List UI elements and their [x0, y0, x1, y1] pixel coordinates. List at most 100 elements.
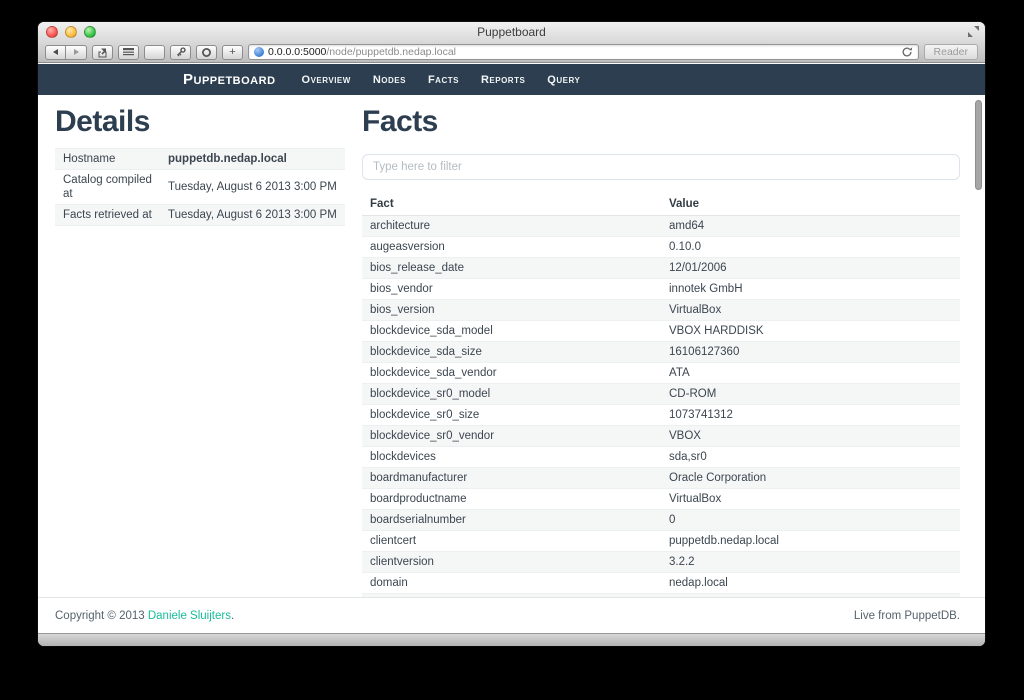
fact-value: VirtualBox	[661, 299, 960, 320]
table-row: boardmanufacturerOracle Corporation	[362, 467, 960, 488]
navbar-brand[interactable]: Puppetboard	[183, 71, 276, 88]
fact-name: blockdevice_sda_vendor	[362, 362, 661, 383]
fact-name: bios_release_date	[362, 257, 661, 278]
details-label: Facts retrieved at	[55, 204, 160, 225]
reading-list-button[interactable]	[118, 45, 139, 60]
reader-label: Reader	[934, 46, 968, 58]
table-row: boardproductnameVirtualBox	[362, 488, 960, 509]
fact-value: VBOX	[661, 425, 960, 446]
reader-button[interactable]: Reader	[924, 44, 978, 60]
column-header-value: Value	[661, 193, 960, 216]
nav-item-query[interactable]: Query	[547, 74, 580, 86]
facts-table: Fact Value architectureamd64augeasversio…	[362, 193, 960, 598]
table-row: blockdevice_sr0_modelCD-ROM	[362, 383, 960, 404]
fact-value: nedap.local	[661, 572, 960, 593]
fact-value: puppetdb.nedap.local	[661, 530, 960, 551]
fact-value: 3.2.2	[661, 551, 960, 572]
traffic-lights	[46, 26, 96, 38]
back-button[interactable]	[45, 45, 66, 60]
facts-table-body: architectureamd64augeasversion0.10.0bios…	[362, 215, 960, 597]
share-icon	[97, 47, 108, 58]
fact-value: VBOX HARDDISK	[661, 320, 960, 341]
table-row: clientversion3.2.2	[362, 551, 960, 572]
browser-window: Puppetboard	[38, 22, 985, 646]
table-row: bios_release_date12/01/2006	[362, 257, 960, 278]
details-label: Catalog compiled at	[55, 169, 160, 204]
page-footer: Copyright © 2013 Daniele Sluijters. Live…	[38, 597, 985, 633]
details-row: Hostnamepuppetdb.nedap.local	[55, 148, 345, 169]
fact-name: architecture	[362, 215, 661, 236]
window-title: Puppetboard	[477, 25, 546, 39]
fact-value: 1073741312	[661, 404, 960, 425]
scrollbar-thumb[interactable]	[975, 100, 982, 190]
table-row: blockdevice_sr0_vendorVBOX	[362, 425, 960, 446]
fact-name: blockdevice_sr0_vendor	[362, 425, 661, 446]
titlebar: Puppetboard	[38, 22, 985, 42]
fact-name: bios_version	[362, 299, 661, 320]
circle-extension-icon	[201, 47, 212, 58]
fact-name: bios_vendor	[362, 278, 661, 299]
table-row: architectureamd64	[362, 215, 960, 236]
author-link[interactable]: Daniele Sluijters	[148, 610, 231, 622]
fact-value: 0	[661, 509, 960, 530]
details-value: puppetdb.nedap.local	[160, 148, 345, 169]
share-button[interactable]	[92, 45, 113, 60]
address-bar[interactable]: 0.0.0.0:5000/node/puppetdb.nedap.local	[248, 44, 919, 60]
forward-icon	[74, 49, 79, 55]
page-content: Details Hostnamepuppetdb.nedap.localCata…	[38, 95, 985, 597]
close-icon[interactable]	[46, 26, 58, 38]
fact-name: clientcert	[362, 530, 661, 551]
table-row: bios_versionVirtualBox	[362, 299, 960, 320]
details-panel: Details Hostnamepuppetdb.nedap.localCata…	[55, 95, 345, 597]
nav-items: Overview Nodes Facts Reports Query	[291, 74, 592, 86]
fact-value: innotek GmbH	[661, 278, 960, 299]
add-tab-button[interactable]: +	[222, 45, 243, 60]
details-value: Tuesday, August 6 2013 3:00 PM	[160, 169, 345, 204]
fact-name: blockdevice_sda_model	[362, 320, 661, 341]
table-row: blockdevice_sr0_size1073741312	[362, 404, 960, 425]
refresh-icon[interactable]	[901, 46, 913, 58]
forward-button[interactable]	[66, 45, 87, 60]
details-row: Facts retrieved atTuesday, August 6 2013…	[55, 204, 345, 225]
add-icon: +	[229, 47, 235, 58]
facts-panel: Facts Fact Value architectureamd64augeas…	[362, 95, 960, 597]
password-key-button[interactable]	[170, 45, 191, 60]
fact-value: ATA	[661, 362, 960, 383]
facts-table-header: Fact Value	[362, 193, 960, 216]
url-path: /node/puppetdb.nedap.local	[326, 46, 456, 58]
url-host: 0.0.0.0:5000	[268, 46, 326, 58]
fact-name: augeasversion	[362, 236, 661, 257]
table-row: augeasversion0.10.0	[362, 236, 960, 257]
fact-name: boardserialnumber	[362, 509, 661, 530]
blank-extension-button[interactable]	[144, 45, 165, 60]
fact-value: CD-ROM	[661, 383, 960, 404]
column-header-fact: Fact	[362, 193, 661, 216]
nav-item-facts[interactable]: Facts	[428, 74, 459, 86]
details-heading: Details	[55, 105, 345, 140]
nav-item-overview[interactable]: Overview	[302, 74, 351, 86]
browser-status-bar	[38, 633, 985, 646]
facts-filter-input[interactable]	[362, 154, 960, 180]
details-label: Hostname	[55, 148, 160, 169]
fact-value: VirtualBox	[661, 488, 960, 509]
fact-name: boardmanufacturer	[362, 467, 661, 488]
fullscreen-icon[interactable]	[968, 26, 979, 37]
details-row: Catalog compiled atTuesday, August 6 201…	[55, 169, 345, 204]
table-row: clientcertpuppetdb.nedap.local	[362, 530, 960, 551]
table-row: blockdevicessda,sr0	[362, 446, 960, 467]
nav-item-nodes[interactable]: Nodes	[373, 74, 406, 86]
fact-name: domain	[362, 572, 661, 593]
browser-toolbar: + 0.0.0.0:5000/node/puppetdb.nedap.local…	[38, 42, 985, 63]
fact-value: sda,sr0	[661, 446, 960, 467]
facts-heading: Facts	[362, 105, 960, 140]
fact-name: boardproductname	[362, 488, 661, 509]
circle-extension-button[interactable]	[196, 45, 217, 60]
fact-value: Oracle Corporation	[661, 467, 960, 488]
minimize-icon[interactable]	[65, 26, 77, 38]
nav-item-reports[interactable]: Reports	[481, 74, 525, 86]
fact-name: blockdevice_sda_size	[362, 341, 661, 362]
zoom-icon[interactable]	[84, 26, 96, 38]
fact-value: 16106127360	[661, 341, 960, 362]
history-buttons	[45, 45, 87, 60]
fact-name: blockdevices	[362, 446, 661, 467]
